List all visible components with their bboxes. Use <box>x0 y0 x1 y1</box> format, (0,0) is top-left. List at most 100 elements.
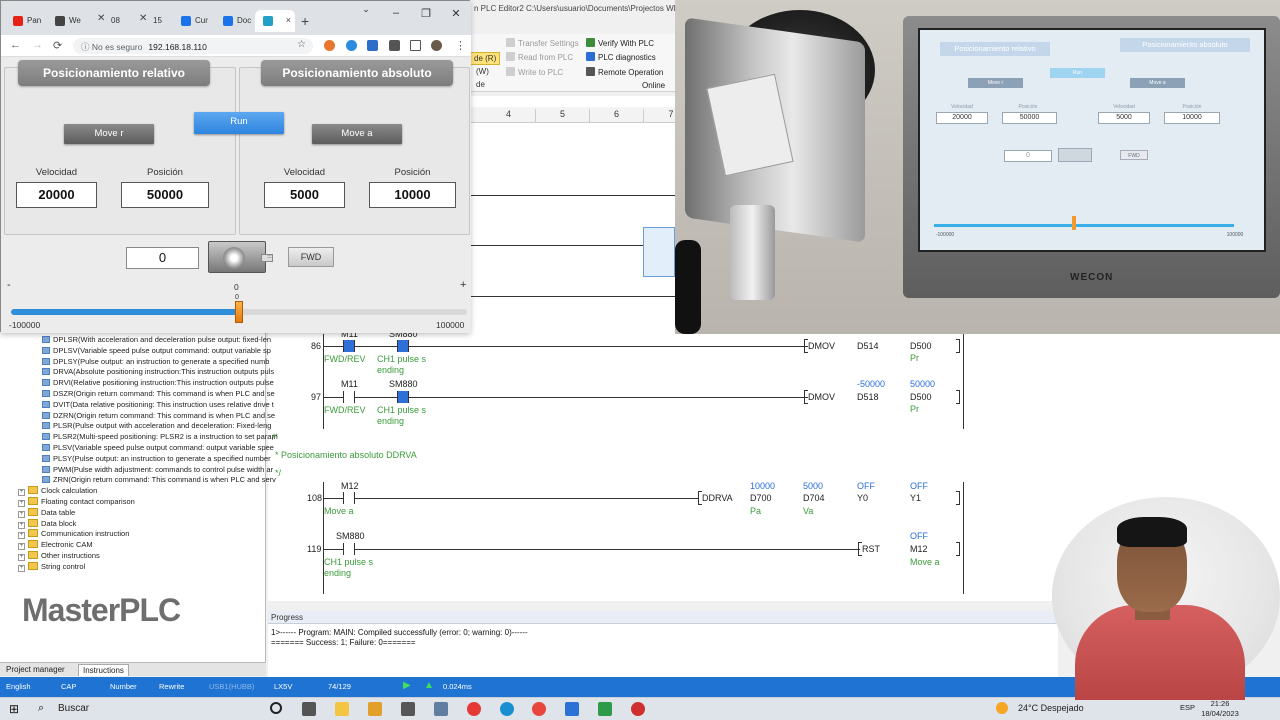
search-icon[interactable]: ⌕ <box>38 702 52 716</box>
back-button[interactable]: ← <box>10 39 21 51</box>
transfer-settings-button[interactable]: Transfer Settings <box>506 38 579 48</box>
operand[interactable]: M12 <box>910 544 928 554</box>
relative-position-input[interactable]: 50000 <box>121 182 209 208</box>
minimize-button[interactable]: – <box>381 7 411 19</box>
browser-tab[interactable]: Pan <box>5 10 45 32</box>
mail-icon[interactable] <box>401 702 415 716</box>
browser-tab[interactable]: ✕ 08 <box>89 10 129 32</box>
move-relative-button[interactable]: Move r <box>64 124 154 144</box>
tab-search-icon[interactable]: ⌄ <box>351 4 381 15</box>
browser-tab[interactable]: We <box>47 10 87 32</box>
operand[interactable]: D518 <box>857 392 879 402</box>
tab-instructions[interactable]: Instructions <box>78 664 129 676</box>
tree-folder[interactable]: + Data table <box>18 507 282 518</box>
cortana-icon[interactable] <box>270 702 282 714</box>
extension-icon[interactable] <box>367 40 378 51</box>
operand[interactable]: Y0 <box>857 493 868 503</box>
absolute-position-input[interactable]: 10000 <box>369 182 456 208</box>
tree-item[interactable]: DPLSV(Variable speed pulse output comman… <box>42 345 306 356</box>
plc-diagnostics-button[interactable]: PLC diagnostics <box>586 52 656 62</box>
tree-folder[interactable]: + String control <box>18 561 282 572</box>
recorder-icon[interactable] <box>631 702 645 716</box>
fwd-indicator[interactable]: FWD <box>288 247 334 267</box>
operand[interactable]: Y1 <box>910 493 921 503</box>
store-icon[interactable] <box>368 702 382 716</box>
expand-icon[interactable]: + <box>18 564 25 572</box>
menu-kebab-icon[interactable]: ⋮ <box>455 39 466 52</box>
bookmark-star-icon[interactable]: ☆ <box>297 39 306 50</box>
move-absolute-button[interactable]: Move a <box>312 124 402 144</box>
operand[interactable]: D514 <box>857 341 879 351</box>
browser-tab[interactable]: Doc <box>215 10 255 32</box>
windows-start-icon[interactable]: ⊞ <box>9 702 23 716</box>
tree-item[interactable]: ZRN(Origin return command: This command … <box>42 474 306 485</box>
app-icon[interactable] <box>467 702 481 716</box>
address-bar[interactable]: ⓘ No es seguro 192.168.18.110 <box>73 38 313 54</box>
tree-item[interactable]: DRVA(Absolute positioning instruction:Th… <box>42 366 306 377</box>
ribbon-ui[interactable]: de <box>476 80 485 89</box>
tree-item[interactable]: DZRN(Origin return command: This command… <box>42 410 306 421</box>
extension-icon[interactable] <box>346 40 357 51</box>
tab-project-manager[interactable]: Project manager <box>2 664 69 676</box>
tree-item[interactable]: PLSR2(Multi-speed positioning: PLSR2 is … <box>42 431 306 442</box>
tree-folder[interactable]: + Clock calculation <box>18 485 282 497</box>
mode-indicator[interactable]: de (R) <box>470 52 501 65</box>
absolute-velocity-input[interactable]: 5000 <box>264 182 345 208</box>
ribbon-w[interactable]: (W) <box>476 67 489 76</box>
restore-button[interactable]: ❐ <box>411 7 441 20</box>
instruction-name[interactable]: DMOV <box>808 341 835 351</box>
operand[interactable]: D704 <box>803 493 825 503</box>
clock[interactable]: 21:26 18/04/2023 <box>1200 699 1240 719</box>
input-language[interactable]: ESP <box>1180 703 1195 712</box>
close-tab-icon[interactable]: × <box>286 15 291 25</box>
run-icon[interactable]: ▶ <box>403 680 411 691</box>
tree-folder[interactable]: + Electronic CAM <box>18 539 282 551</box>
tree-item[interactable]: DPLSY(Pulse output: an instruction to ge… <box>42 356 306 367</box>
edge-icon[interactable] <box>500 702 514 716</box>
side-panel-icon[interactable] <box>410 40 421 51</box>
taskbar-search[interactable]: Buscar <box>58 703 89 714</box>
not-secure-indicator[interactable]: ⓘ No es seguro <box>81 42 142 52</box>
instruction-name[interactable]: RST <box>862 544 880 554</box>
tree-folder[interactable]: + Data block <box>18 518 282 529</box>
contact-m11[interactable] <box>343 340 355 352</box>
forward-button[interactable]: → <box>32 39 43 51</box>
tree-item[interactable]: DVIT(Data relative positioning: This ins… <box>42 399 306 410</box>
contact-m11[interactable] <box>343 391 355 403</box>
tree-item[interactable]: DPLSR(With acceleration and deceleration… <box>42 334 306 345</box>
reload-button[interactable]: ⟳ <box>53 39 62 52</box>
extensions-puzzle-icon[interactable] <box>389 40 400 51</box>
browser-tab[interactable]: ✕ 15 <box>131 10 171 32</box>
contact-sm880[interactable] <box>397 340 409 352</box>
weather-text[interactable]: 24°C Despejado <box>1018 703 1084 713</box>
tree-item[interactable]: PLSV(Variable speed pulse output command… <box>42 442 306 453</box>
position-slider-thumb[interactable] <box>235 301 243 323</box>
operand[interactable]: D500 <box>910 392 932 402</box>
browser-tab-active[interactable]: × <box>255 10 295 32</box>
browser-tab[interactable]: Cur <box>173 10 213 32</box>
new-tab-button[interactable]: + <box>301 13 309 29</box>
profile-avatar[interactable] <box>431 40 442 51</box>
tree-item[interactable]: PWM(Pulse width adjustment: commands to … <box>42 464 306 475</box>
chrome-icon[interactable] <box>532 702 546 716</box>
relative-velocity-input[interactable]: 20000 <box>16 182 97 208</box>
remote-operation-button[interactable]: Remote Operation <box>586 67 663 77</box>
tree-folder[interactable]: + Communication instruction <box>18 528 282 540</box>
app-icon[interactable] <box>434 702 448 716</box>
tree-item[interactable]: PLSR(Pulse output with acceleration and … <box>42 420 306 431</box>
tree-folder[interactable]: + Other instructions <box>18 550 282 561</box>
instruction-name[interactable]: DMOV <box>808 392 835 402</box>
write-to-plc-button[interactable]: Write to PLC <box>506 67 563 77</box>
run-button[interactable]: Run <box>194 112 284 134</box>
hmi-editor-icon[interactable] <box>598 702 612 716</box>
contact-m12[interactable] <box>343 492 355 504</box>
tree-item[interactable]: PLSY(Pulse output: an instruction to gen… <box>42 453 306 464</box>
instruction-name[interactable]: DDRVA <box>702 493 733 503</box>
tree-item[interactable]: DRVI(Relative positioning instruction:Th… <box>42 377 306 388</box>
extension-icon[interactable] <box>324 40 335 51</box>
read-from-plc-button[interactable]: Read from PLC <box>506 52 573 62</box>
file-explorer-icon[interactable] <box>335 702 349 716</box>
close-window-button[interactable]: ✕ <box>441 7 471 20</box>
plc-editor-icon[interactable] <box>565 702 579 716</box>
verify-with-plc-button[interactable]: Verify With PLC <box>586 38 654 48</box>
